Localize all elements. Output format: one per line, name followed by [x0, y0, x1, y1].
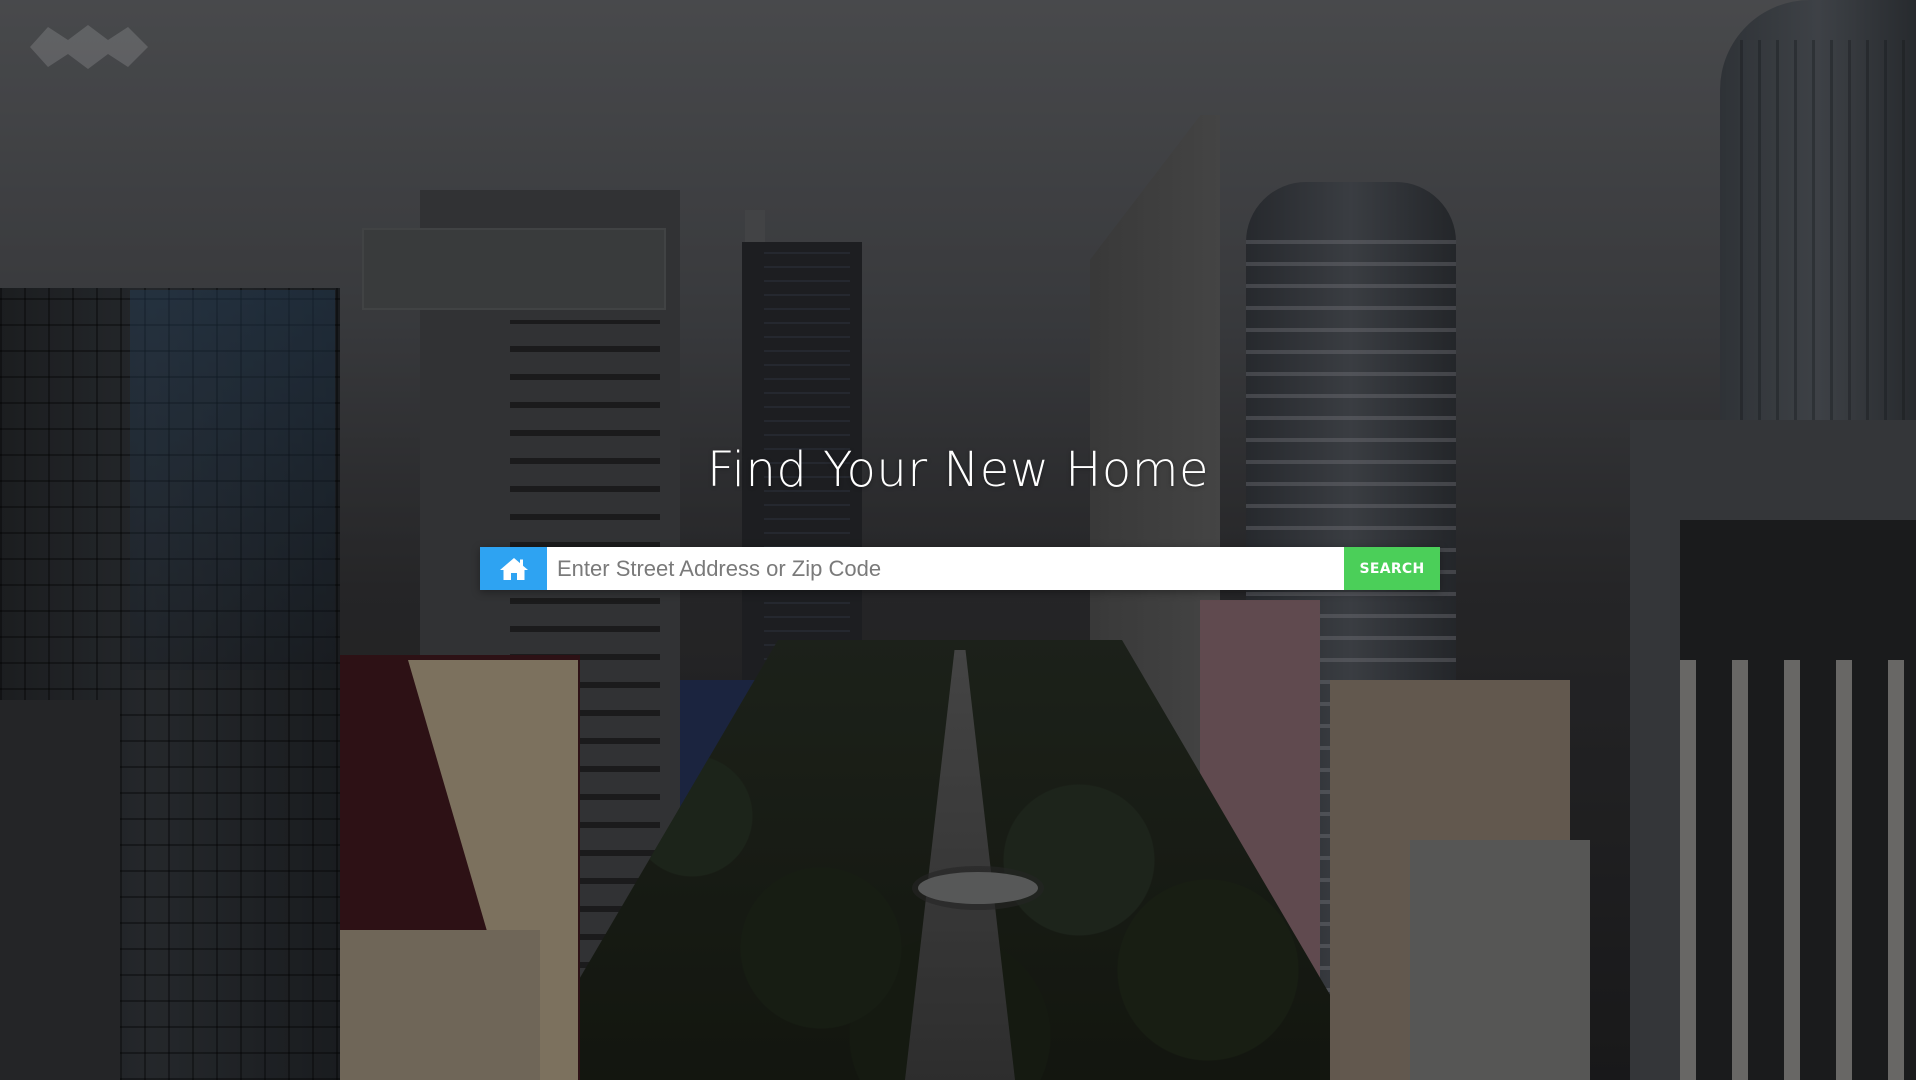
logo-icon[interactable]: [30, 22, 148, 72]
page-headline: Find Your New Home: [706, 442, 1210, 499]
hero-section: Find Your New Home SEARCH: [0, 0, 1916, 1080]
search-button[interactable]: SEARCH: [1344, 547, 1440, 590]
dark-overlay: [0, 0, 1916, 1080]
home-icon: [499, 557, 528, 580]
address-search-bar: SEARCH: [480, 547, 1440, 590]
address-search-input[interactable]: [547, 547, 1344, 590]
home-button[interactable]: [480, 547, 547, 590]
